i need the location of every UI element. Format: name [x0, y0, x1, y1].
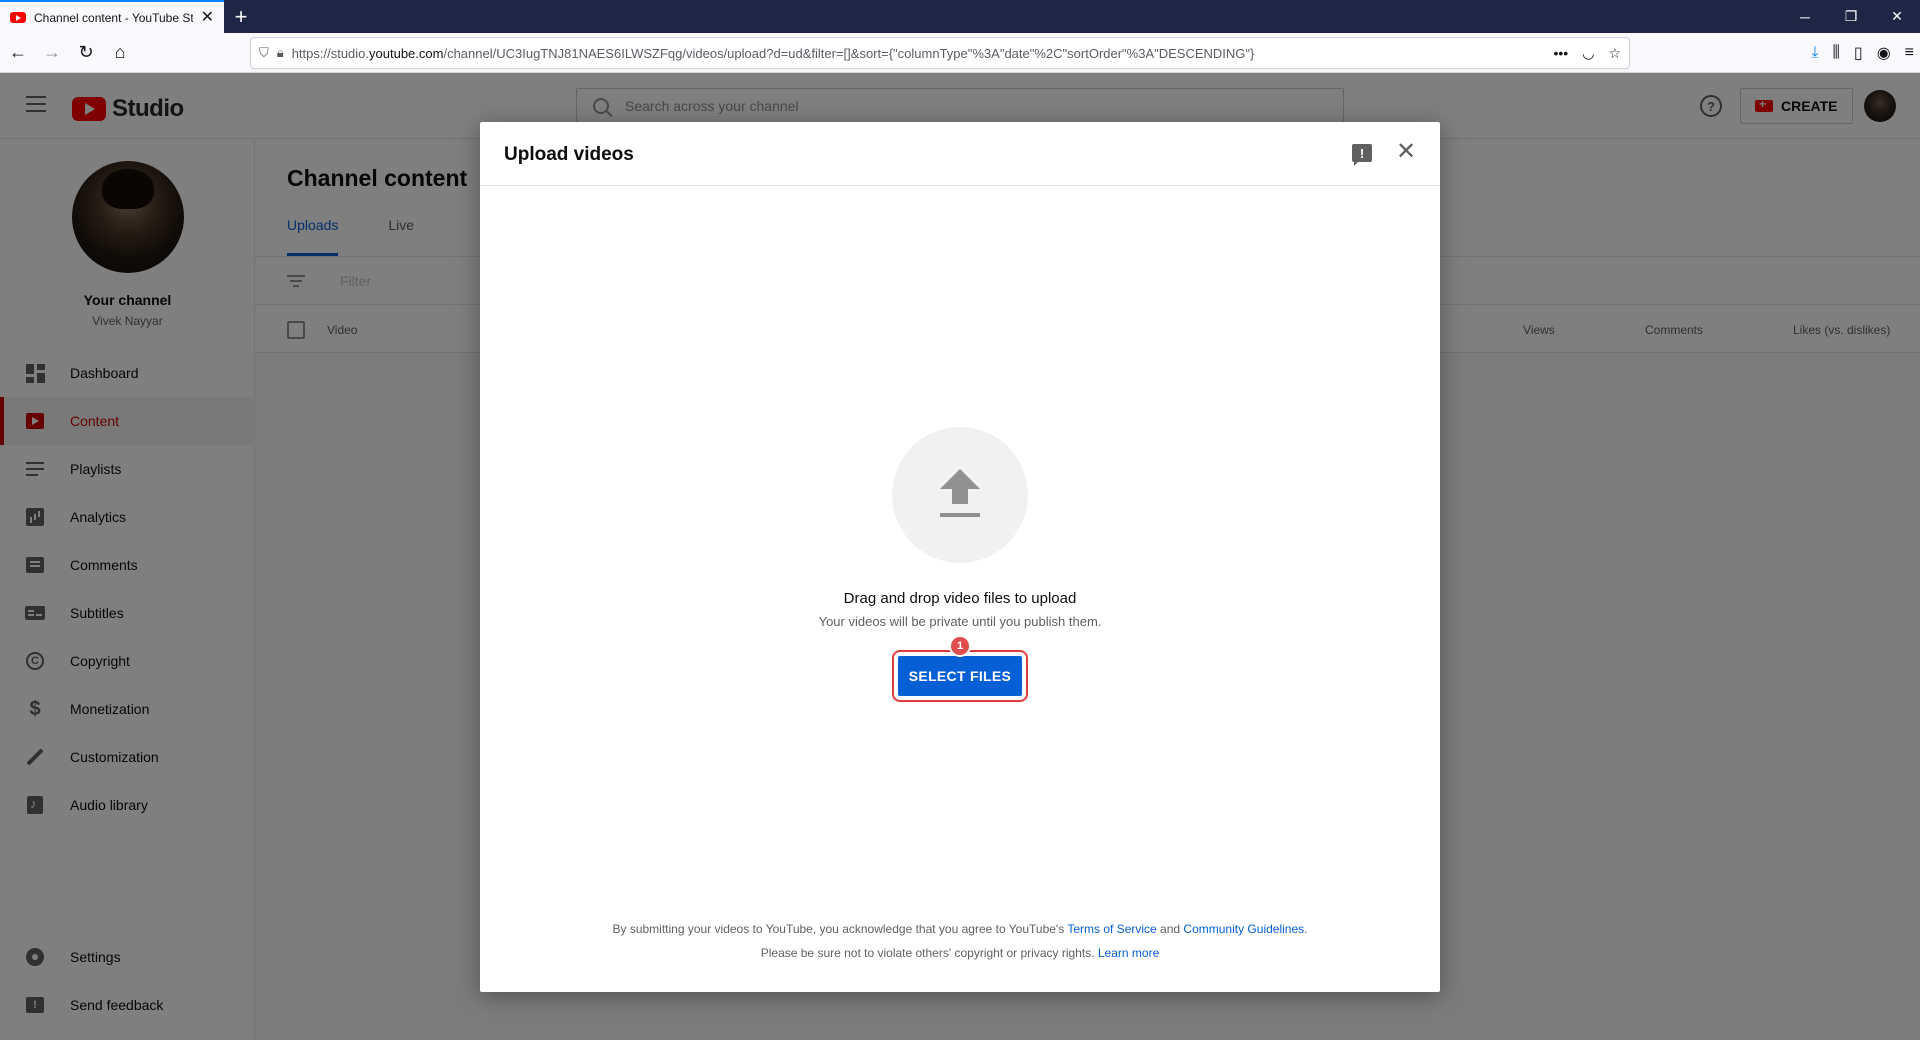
legal-and: and: [1160, 922, 1181, 936]
upload-videos-dialog: Upload videos ! ✕ Drag and drop video fi…: [480, 122, 1440, 992]
select-files-button[interactable]: SELECT FILES: [898, 656, 1022, 696]
url-actions: ••• ◡ ☆: [1554, 45, 1622, 62]
reload-icon[interactable]: ↻: [70, 37, 102, 69]
forward-arrow-icon[interactable]: →: [36, 37, 68, 69]
shield-icon[interactable]: ⛉: [259, 45, 269, 61]
restore-icon[interactable]: ❐: [1828, 0, 1874, 33]
legal-notice: By submitting your videos to YouTube, yo…: [480, 917, 1440, 965]
menu-icon[interactable]: ≡: [1905, 44, 1914, 62]
minimize-icon[interactable]: ─: [1782, 0, 1828, 33]
url-path: /channel/UC3IugTNJ81NAES6ILWSZFqg/videos…: [443, 45, 1255, 61]
pocket-icon[interactable]: ◡: [1582, 45, 1594, 62]
account-icon[interactable]: ◉: [1877, 43, 1891, 63]
tab-close-icon[interactable]: ✕: [201, 9, 214, 26]
terms-of-service-link[interactable]: Terms of Service: [1067, 922, 1156, 936]
url-domain: youtube.com: [369, 45, 444, 61]
tab-title: Channel content - YouTube Studio: [34, 10, 193, 25]
privacy-note: Your videos will be private until you pu…: [818, 614, 1102, 629]
lock-icon[interactable]: 🔒︎: [277, 45, 284, 61]
more-actions-icon[interactable]: •••: [1554, 45, 1569, 62]
browser-tab[interactable]: Channel content - YouTube Studio ✕: [0, 0, 224, 33]
browser-toolbar-right: ⤓ ⫼ ▯ ◉ ≡: [1811, 33, 1914, 73]
window-close-icon[interactable]: ✕: [1874, 0, 1920, 33]
legal-text: By submitting your videos to YouTube, yo…: [612, 922, 1065, 936]
window-controls: ─ ❐ ✕: [1782, 0, 1920, 33]
close-icon[interactable]: ✕: [1394, 140, 1418, 164]
bookmark-star-icon[interactable]: ☆: [1608, 45, 1621, 62]
new-tab-button[interactable]: +: [224, 0, 258, 33]
upload-arrow-base: [940, 513, 980, 517]
community-guidelines-link[interactable]: Community Guidelines: [1183, 922, 1304, 936]
dialog-header: Upload videos ! ✕: [480, 122, 1440, 186]
learn-more-link[interactable]: Learn more: [1098, 946, 1159, 960]
dialog-title: Upload videos: [504, 144, 634, 165]
step-badge: 1: [949, 635, 971, 657]
upload-arrow-stem: [952, 488, 968, 504]
url-bar[interactable]: ⛉ 🔒︎ https://studio.youtube.com/channel/…: [250, 37, 1630, 69]
youtube-favicon-icon: [10, 12, 26, 23]
download-icon[interactable]: ⤓: [1811, 44, 1818, 62]
drag-drop-text: Drag and drop video files to upload: [843, 590, 1077, 607]
home-icon[interactable]: ⌂: [104, 37, 136, 69]
library-icon[interactable]: ⫼: [1833, 44, 1840, 62]
legal-period: .: [1304, 922, 1308, 936]
browser-nav-bar: ← → ↻ ⌂ ⛉ 🔒︎ https://studio.youtube.com/…: [0, 33, 1920, 73]
back-arrow-icon[interactable]: ←: [2, 37, 34, 69]
legal-line-2: Please be sure not to violate others' co…: [480, 941, 1440, 965]
url-text[interactable]: https://studio.youtube.com/channel/UC3Iu…: [292, 46, 1546, 61]
url-prefix: https://studio.: [291, 45, 370, 61]
feedback-icon[interactable]: !: [1352, 144, 1372, 166]
sidebar-toggle-icon[interactable]: ▯: [1854, 43, 1863, 63]
upload-arrow-icon: [940, 469, 980, 489]
legal-text-2: Please be sure not to violate others' co…: [760, 946, 1095, 960]
upload-drop-zone[interactable]: [892, 427, 1028, 563]
browser-tab-bar: Channel content - YouTube Studio ✕ + ─ ❐…: [0, 0, 1920, 33]
legal-line-1: By submitting your videos to YouTube, yo…: [480, 917, 1440, 941]
